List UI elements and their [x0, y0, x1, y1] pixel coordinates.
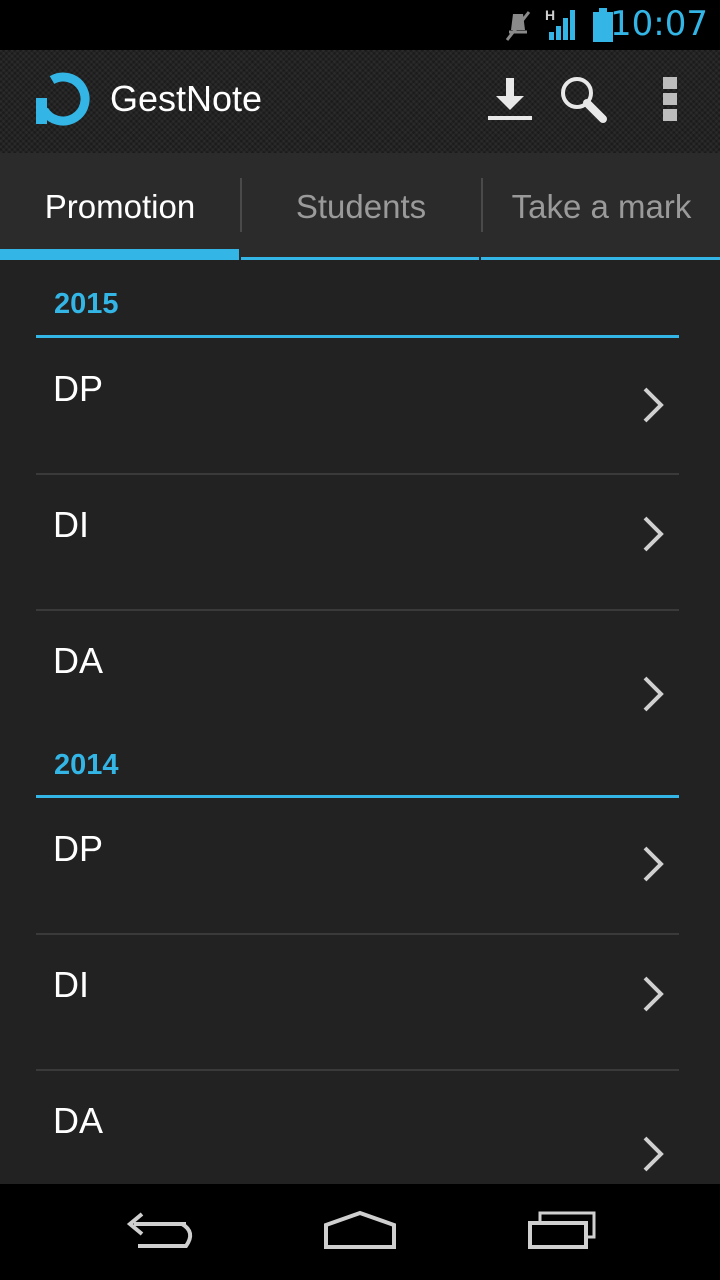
overflow-menu-button[interactable] [636, 68, 706, 134]
tab-label: Promotion [44, 187, 196, 225]
home-button[interactable] [315, 1204, 405, 1260]
app-logo-icon[interactable] [34, 68, 94, 128]
status-time: 10:07 [610, 4, 708, 44]
list-item-label: DI [53, 964, 89, 1005]
tab-label: Take a mark [511, 187, 692, 225]
download-button[interactable] [475, 68, 545, 134]
action-bar: GestNote [0, 50, 720, 153]
tab-label: Students [295, 187, 427, 225]
row-divider [36, 1069, 679, 1071]
tab-bar: Promotion Students Take a mark [0, 153, 720, 260]
chevron-right-icon [639, 844, 667, 884]
tab-indicator-active [0, 249, 239, 260]
chevron-right-icon [639, 385, 667, 425]
row-divider [36, 609, 679, 611]
tab-take-a-mark[interactable]: Take a mark [483, 153, 720, 260]
chevron-right-icon [639, 514, 667, 554]
home-icon [322, 1209, 398, 1256]
search-button[interactable] [548, 68, 618, 134]
navigation-bar [0, 1184, 720, 1280]
list-item-label: DP [53, 368, 104, 409]
list-item[interactable]: DP [36, 800, 679, 937]
list-item[interactable]: DA [36, 612, 679, 742]
list-item[interactable]: DI [36, 936, 679, 1073]
list-item-label: DI [53, 504, 89, 545]
search-icon [559, 75, 607, 128]
tab-promotion[interactable]: Promotion [0, 153, 240, 260]
overflow-menu-icon [661, 75, 681, 128]
list-item-label: DA [53, 640, 104, 681]
chevron-right-icon [639, 674, 667, 714]
status-bar: H 10:07 [0, 0, 720, 50]
list-item[interactable]: DA [36, 1072, 679, 1184]
tab-students[interactable]: Students [242, 153, 480, 260]
chevron-right-icon [639, 974, 667, 1014]
section-year: 2014 [54, 749, 119, 781]
section-header: 2014 [36, 749, 679, 801]
section-header: 2015 [36, 288, 679, 340]
section-divider [36, 795, 679, 798]
back-icon [124, 1210, 196, 1255]
tab-indicator [241, 257, 479, 260]
signal-icon: H [545, 6, 579, 47]
network-type-label: H [545, 7, 555, 23]
list-item[interactable]: DI [36, 476, 679, 613]
muted-icon [503, 10, 533, 47]
app-title: GestNote [110, 78, 263, 119]
back-button[interactable] [115, 1204, 205, 1260]
list-item[interactable]: DP [36, 340, 679, 477]
row-divider [36, 473, 679, 475]
download-icon [486, 76, 534, 127]
section-divider [36, 335, 679, 338]
recent-apps-button[interactable] [517, 1204, 607, 1260]
row-divider [36, 933, 679, 935]
tab-indicator [481, 257, 720, 260]
chevron-right-icon [639, 1134, 667, 1174]
recent-apps-icon [526, 1209, 598, 1256]
list-item-label: DA [53, 1100, 104, 1141]
list-item-label: DP [53, 828, 104, 869]
section-year: 2015 [54, 288, 119, 320]
